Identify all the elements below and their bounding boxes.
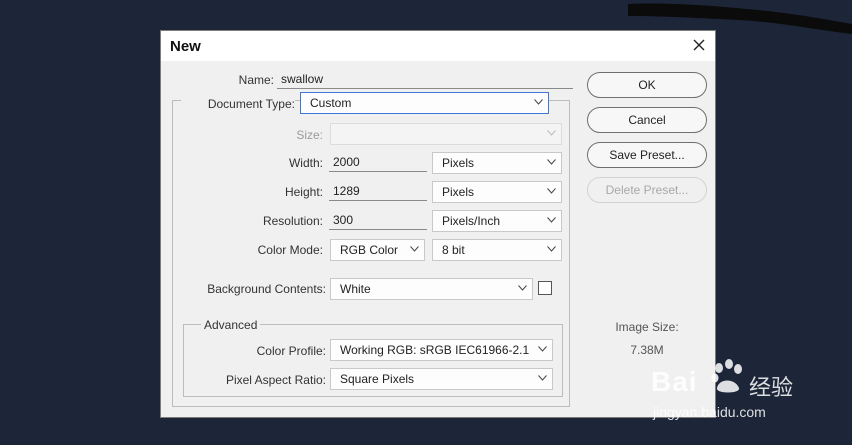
save-preset-button[interactable]: Save Preset... xyxy=(587,142,707,168)
chevron-down-icon xyxy=(547,130,556,136)
chevron-down-icon xyxy=(547,159,556,165)
chevron-down-icon xyxy=(410,246,419,252)
close-icon[interactable] xyxy=(691,37,707,53)
dialog-titlebar: New xyxy=(161,31,715,61)
chevron-down-icon xyxy=(547,188,556,194)
bit-depth-select[interactable]: 8 bit xyxy=(432,239,562,261)
color-mode-label: Color Mode: xyxy=(257,243,323,257)
bit-depth-value: 8 bit xyxy=(442,243,465,257)
width-unit-value: Pixels xyxy=(442,156,475,170)
watermark-url: jingyan.baidu.com xyxy=(653,404,766,420)
height-label: Height: xyxy=(284,185,323,199)
resolution-label: Resolution: xyxy=(262,214,323,228)
height-unit-value: Pixels xyxy=(442,185,475,199)
chevron-down-icon xyxy=(538,346,547,352)
resolution-unit-value: Pixels/Inch xyxy=(442,214,501,228)
name-field[interactable]: swallow xyxy=(277,69,573,89)
document-type-select[interactable]: Custom xyxy=(300,92,549,114)
resolution-unit-select[interactable]: Pixels/Inch xyxy=(432,210,562,232)
color-profile-select[interactable]: Working RGB: sRGB IEC61966-2.1 xyxy=(330,339,553,361)
background-contents-value: White xyxy=(340,282,371,296)
paw-icon xyxy=(711,359,742,393)
width-label: Width: xyxy=(288,156,323,170)
background-color-swatch[interactable] xyxy=(538,281,552,295)
ok-button[interactable]: OK xyxy=(587,72,707,98)
chevron-down-icon xyxy=(518,285,527,291)
size-label: Size: xyxy=(296,128,323,142)
color-profile-value: Working RGB: sRGB IEC61966-2.1 xyxy=(340,343,530,357)
color-profile-label: Color Profile: xyxy=(256,344,326,358)
advanced-label: Advanced xyxy=(201,318,261,332)
watermark-brand: Bai xyxy=(651,366,698,397)
color-mode-value: RGB Color xyxy=(340,243,399,257)
chevron-down-icon xyxy=(547,217,556,223)
cancel-button[interactable]: Cancel xyxy=(587,107,707,133)
chevron-down-icon xyxy=(547,246,556,252)
chevron-down-icon xyxy=(538,375,547,381)
baidu-watermark: Bai 经验 jingyan.baidu.com xyxy=(645,352,810,430)
chevron-down-icon xyxy=(534,99,543,105)
pixel-aspect-ratio-value: Square Pixels xyxy=(340,372,415,386)
height-field[interactable]: 1289 xyxy=(329,181,427,201)
watermark-brand-cn: 经验 xyxy=(749,375,794,400)
resolution-field[interactable]: 300 xyxy=(329,210,427,230)
background-contents-select[interactable]: White xyxy=(330,278,533,300)
pixel-aspect-ratio-label: Pixel Aspect Ratio: xyxy=(225,373,326,387)
width-field[interactable]: 2000 xyxy=(329,152,427,172)
name-label: Name: xyxy=(238,73,274,87)
width-unit-select[interactable]: Pixels xyxy=(432,152,562,174)
background-contents-label: Background Contents: xyxy=(207,282,326,296)
dialog-title: New xyxy=(170,38,201,55)
size-select xyxy=(330,123,562,145)
document-type-value: Custom xyxy=(310,96,352,110)
height-unit-select[interactable]: Pixels xyxy=(432,181,562,203)
delete-preset-button: Delete Preset... xyxy=(587,177,707,203)
image-size-label: Image Size: xyxy=(615,320,679,334)
pixel-aspect-ratio-select[interactable]: Square Pixels xyxy=(330,368,553,390)
color-mode-select[interactable]: RGB Color xyxy=(330,239,425,261)
document-type-label: Document Type: xyxy=(181,97,295,111)
new-document-dialog: New Name: swallow Document Type: Custom … xyxy=(160,30,716,418)
